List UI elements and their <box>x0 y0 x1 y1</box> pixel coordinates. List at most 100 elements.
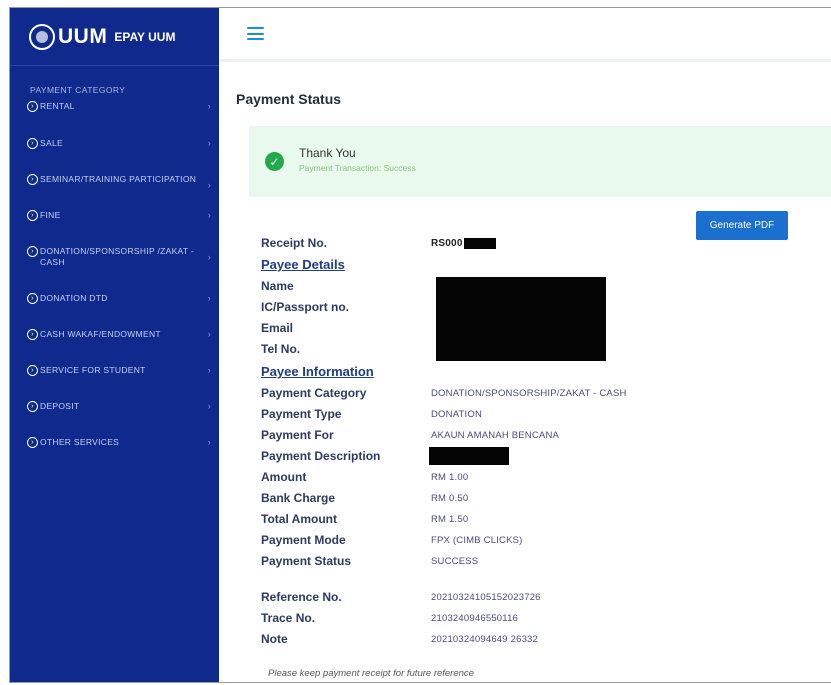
tel-row: Tel No. <box>261 342 431 356</box>
sidebar-item-label: OTHER SERVICES <box>40 437 120 447</box>
status-badge: SUCCESS <box>431 555 479 567</box>
sidebar-item-donation-dtd[interactable]: › DONATION DTD › <box>10 293 219 304</box>
alert-message: Payment Transaction: Success <box>299 163 416 173</box>
payment-category-row: Payment Category DONATION/SPONSORSHIP/ZA… <box>261 386 627 400</box>
check-circle-icon: ✓ <box>265 152 284 171</box>
name-label: Name <box>261 279 294 293</box>
field-label: Payment For <box>261 428 334 442</box>
note-row: Note 20210324094649 26332 <box>261 632 538 646</box>
logo-text: UUM <box>58 25 108 48</box>
sidebar-item-sale[interactable]: › SALE › <box>10 138 219 149</box>
field-value: DONATION <box>431 408 483 420</box>
hamburger-menu-icon[interactable] <box>247 27 264 40</box>
receipt-no-row: Receipt No. RS000 <box>261 236 496 250</box>
field-value: 2103240946550116 <box>431 612 519 624</box>
chevron-circle-icon: › <box>27 101 38 112</box>
chevron-circle-icon: › <box>27 293 38 304</box>
payment-mode-row: Payment Mode FPX (CIMB CLICKS) <box>261 533 523 547</box>
payment-description-row: Payment Description <box>261 447 509 465</box>
success-alert: ✓ Thank You Payment Transaction: Success <box>249 126 831 197</box>
chevron-circle-icon: › <box>27 246 38 257</box>
chevron-circle-icon: › <box>27 210 38 221</box>
sidebar-item-other-services[interactable]: › OTHER SERVICES › <box>10 437 219 448</box>
chevron-right-icon: › <box>207 101 211 111</box>
chevron-right-icon: › <box>207 138 211 148</box>
payment-for-row: Payment For AKAUN AMANAH BENCANA <box>261 428 559 442</box>
topbar <box>219 8 831 62</box>
brand-subtitle: EPAY UUM <box>114 29 176 44</box>
sidebar-item-label: DONATION/SPONSORSHIP /ZAKAT - CASH <box>40 246 195 267</box>
field-value: DONATION/SPONSORSHIP/ZAKAT - CASH <box>431 387 627 399</box>
field-value: FPX (CIMB CLICKS) <box>431 534 523 546</box>
field-label: Payment Status <box>261 554 352 568</box>
chevron-right-icon: › <box>207 365 211 375</box>
trace-no-row: Trace No. 2103240946550116 <box>261 611 518 625</box>
category-menu: › RENTAL › › SALE › › SEMINAR/TRAINING P… <box>10 101 219 448</box>
sidebar-item-rental[interactable]: › RENTAL › <box>10 101 219 112</box>
chevron-right-icon: › <box>207 401 211 411</box>
receipt-no-value: RS000 <box>431 237 463 249</box>
sidebar-item-label: SEMINAR/TRAINING PARTICIPATION <box>40 174 197 184</box>
payment-category-heading: PAYMENT CATEGORY <box>30 85 126 95</box>
chevron-circle-icon: › <box>27 329 38 340</box>
chevron-right-icon: › <box>207 437 211 447</box>
browser-frame: UUM EPAY UUM PAYMENT CATEGORY › RENTAL ›… <box>9 7 831 683</box>
total-amount-row: Total Amount RM 1.50 <box>261 512 468 526</box>
page-title: Payment Status <box>236 91 342 107</box>
chevron-right-icon: › <box>207 210 211 220</box>
payee-details-heading: Payee Details <box>261 257 345 272</box>
sidebar-item-fine[interactable]: › FINE › <box>10 210 219 221</box>
field-value: AKAUN AMANAH BENCANA <box>431 429 560 441</box>
field-label: Trace No. <box>261 611 316 625</box>
payee-information-heading: Payee Information <box>261 364 374 379</box>
footer-note: Please keep payment receipt for future r… <box>268 668 474 679</box>
sidebar-item-label: FINE <box>40 210 61 220</box>
redaction-block <box>463 237 496 249</box>
sidebar-item-label: DEPOSIT <box>40 401 80 411</box>
chevron-right-icon: › <box>207 252 211 262</box>
chevron-right-icon: › <box>207 293 211 303</box>
chevron-circle-icon: › <box>27 401 38 412</box>
sidebar-item-donation-sponsorship[interactable]: › DONATION/SPONSORSHIP /ZAKAT - CASH › <box>10 246 219 268</box>
receipt-no-label: Receipt No. <box>261 236 328 250</box>
ic-passport-label: IC/Passport no. <box>261 300 350 314</box>
ic-row: IC/Passport no. <box>261 300 431 314</box>
chevron-circle-icon: › <box>27 138 38 149</box>
chevron-circle-icon: › <box>27 365 38 376</box>
chevron-right-icon: › <box>207 180 211 190</box>
payment-type-row: Payment Type DONATION <box>261 407 482 421</box>
redaction-block <box>429 447 509 465</box>
field-value: 20210324094649 26332 <box>431 633 539 645</box>
field-value: RM 1.50 <box>431 513 469 525</box>
sidebar: UUM EPAY UUM PAYMENT CATEGORY › RENTAL ›… <box>10 8 219 682</box>
sidebar-item-label: CASH WAKAF/ENDOWMENT <box>40 329 161 339</box>
field-label: Total Amount <box>261 512 337 526</box>
alert-text: Thank You Payment Transaction: Success <box>299 146 416 173</box>
sidebar-item-deposit[interactable]: › DEPOSIT › <box>10 401 219 412</box>
field-label: Reference No. <box>261 590 342 604</box>
sidebar-item-service-student[interactable]: › SERVICE FOR STUDENT › <box>10 365 219 376</box>
payment-status-row: Payment Status SUCCESS <box>261 554 478 568</box>
email-row: Email <box>261 321 431 335</box>
sidebar-item-label: SERVICE FOR STUDENT <box>40 365 146 375</box>
field-label: Payment Type <box>261 407 342 421</box>
generate-pdf-button[interactable]: Generate PDF <box>696 211 788 240</box>
field-label: Note <box>261 632 288 646</box>
field-label: Payment Description <box>261 449 381 463</box>
main-content: Payment Status ✓ Thank You Payment Trans… <box>219 8 831 682</box>
tel-no-label: Tel No. <box>261 342 301 356</box>
alert-title: Thank You <box>299 146 356 160</box>
email-label: Email <box>261 321 294 335</box>
sidebar-item-cash-wakaf[interactable]: › CASH WAKAF/ENDOWMENT › <box>10 329 219 340</box>
field-value: 20210324105152023726 <box>431 591 541 603</box>
sidebar-item-label: SALE <box>40 138 63 148</box>
chevron-circle-icon: › <box>27 437 38 448</box>
sidebar-item-seminar[interactable]: › SEMINAR/TRAINING PARTICIPATION › <box>10 174 219 190</box>
field-value: RM 0.50 <box>431 492 469 504</box>
field-label: Bank Charge <box>261 491 336 505</box>
brand[interactable]: UUM EPAY UUM <box>10 8 219 66</box>
field-label: Payment Mode <box>261 533 346 547</box>
chevron-circle-icon: › <box>27 174 38 185</box>
reference-no-row: Reference No. 20210324105152023726 <box>261 590 541 604</box>
uum-crest-icon <box>29 23 55 50</box>
